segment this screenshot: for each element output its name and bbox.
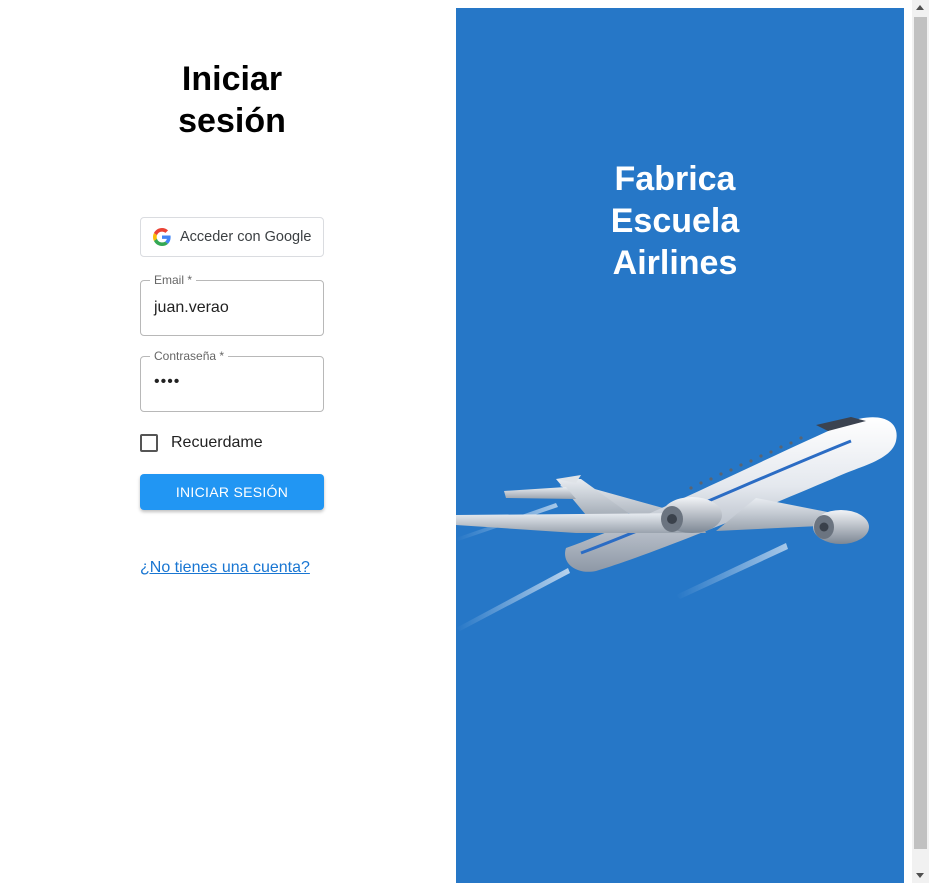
password-required-mark: * <box>219 349 225 363</box>
google-signin-button[interactable]: Acceder con Google <box>140 217 324 257</box>
email-input-value[interactable]: juan.verao <box>154 299 229 317</box>
brand-line-3: Airlines <box>612 244 738 282</box>
title-line-1: Iniciar <box>181 60 283 98</box>
email-field-label: Email * <box>150 273 197 287</box>
scroll-down-icon[interactable] <box>916 873 924 878</box>
remember-me-label: Recuerdame <box>171 434 263 451</box>
remember-me-checkbox[interactable]: Recuerdame <box>140 432 263 454</box>
brand-title: Fabrica Escuela Airlines <box>456 158 894 284</box>
page-title: Iniciar sesión <box>140 58 324 142</box>
email-field[interactable]: Email * juan.verao <box>140 273 324 336</box>
google-icon <box>153 228 171 246</box>
title-line-2: sesión <box>178 102 286 140</box>
password-input-value[interactable]: •••• <box>154 373 180 391</box>
login-submit-label: INICIAR SESIÓN <box>175 484 289 500</box>
scroll-up-icon[interactable] <box>916 5 924 10</box>
login-panel: Iniciar sesión Acceder con Google Email … <box>0 0 456 883</box>
vertical-scrollbar[interactable] <box>912 0 929 883</box>
brand-panel: Fabrica Escuela Airlines <box>456 8 904 883</box>
brand-line-1: Fabrica <box>614 160 736 198</box>
password-field[interactable]: Contraseña * •••• <box>140 349 324 412</box>
email-required-mark: * <box>187 273 193 287</box>
airplane-illustration <box>456 417 897 631</box>
google-button-label: Acceder con Google <box>180 229 312 245</box>
login-submit-button[interactable]: INICIAR SESIÓN <box>140 474 324 510</box>
signup-link[interactable]: ¿No tienes una cuenta? <box>140 559 310 577</box>
brand-line-2: Escuela <box>610 202 740 240</box>
email-label-text: Email <box>154 273 185 287</box>
password-field-label: Contraseña * <box>150 349 229 363</box>
password-label-text: Contraseña <box>154 349 217 363</box>
scrollbar-thumb[interactable] <box>914 17 927 849</box>
checkbox-box[interactable] <box>140 434 158 452</box>
